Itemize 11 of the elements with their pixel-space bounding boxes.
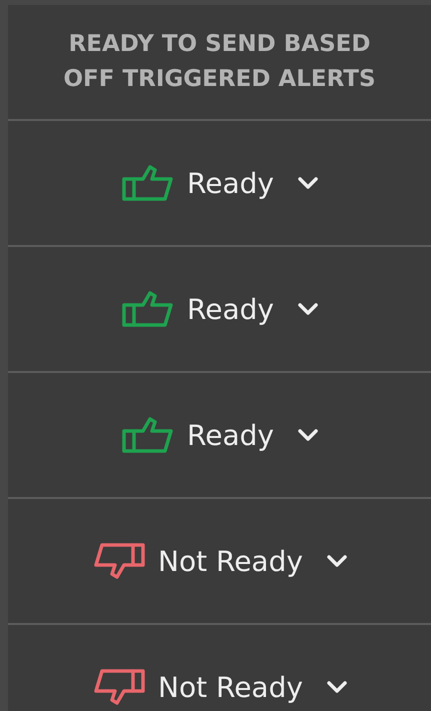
chevron-down-icon: [298, 177, 318, 189]
status-dropdown[interactable]: Ready: [121, 164, 318, 202]
status-dropdown[interactable]: Ready: [121, 290, 318, 328]
chevron-down-icon: [326, 555, 347, 567]
status-dropdown[interactable]: Not Ready: [92, 542, 347, 580]
chevron-down-icon: [326, 681, 347, 693]
chevron-down-icon: [298, 429, 318, 441]
status-dropdown[interactable]: Ready: [121, 416, 318, 454]
status-dropdown[interactable]: Not Ready: [92, 668, 347, 706]
chevron-down-icon: [298, 303, 318, 315]
column-header: READY TO SEND BASED OFF TRIGGERED ALERTS: [62, 30, 377, 94]
